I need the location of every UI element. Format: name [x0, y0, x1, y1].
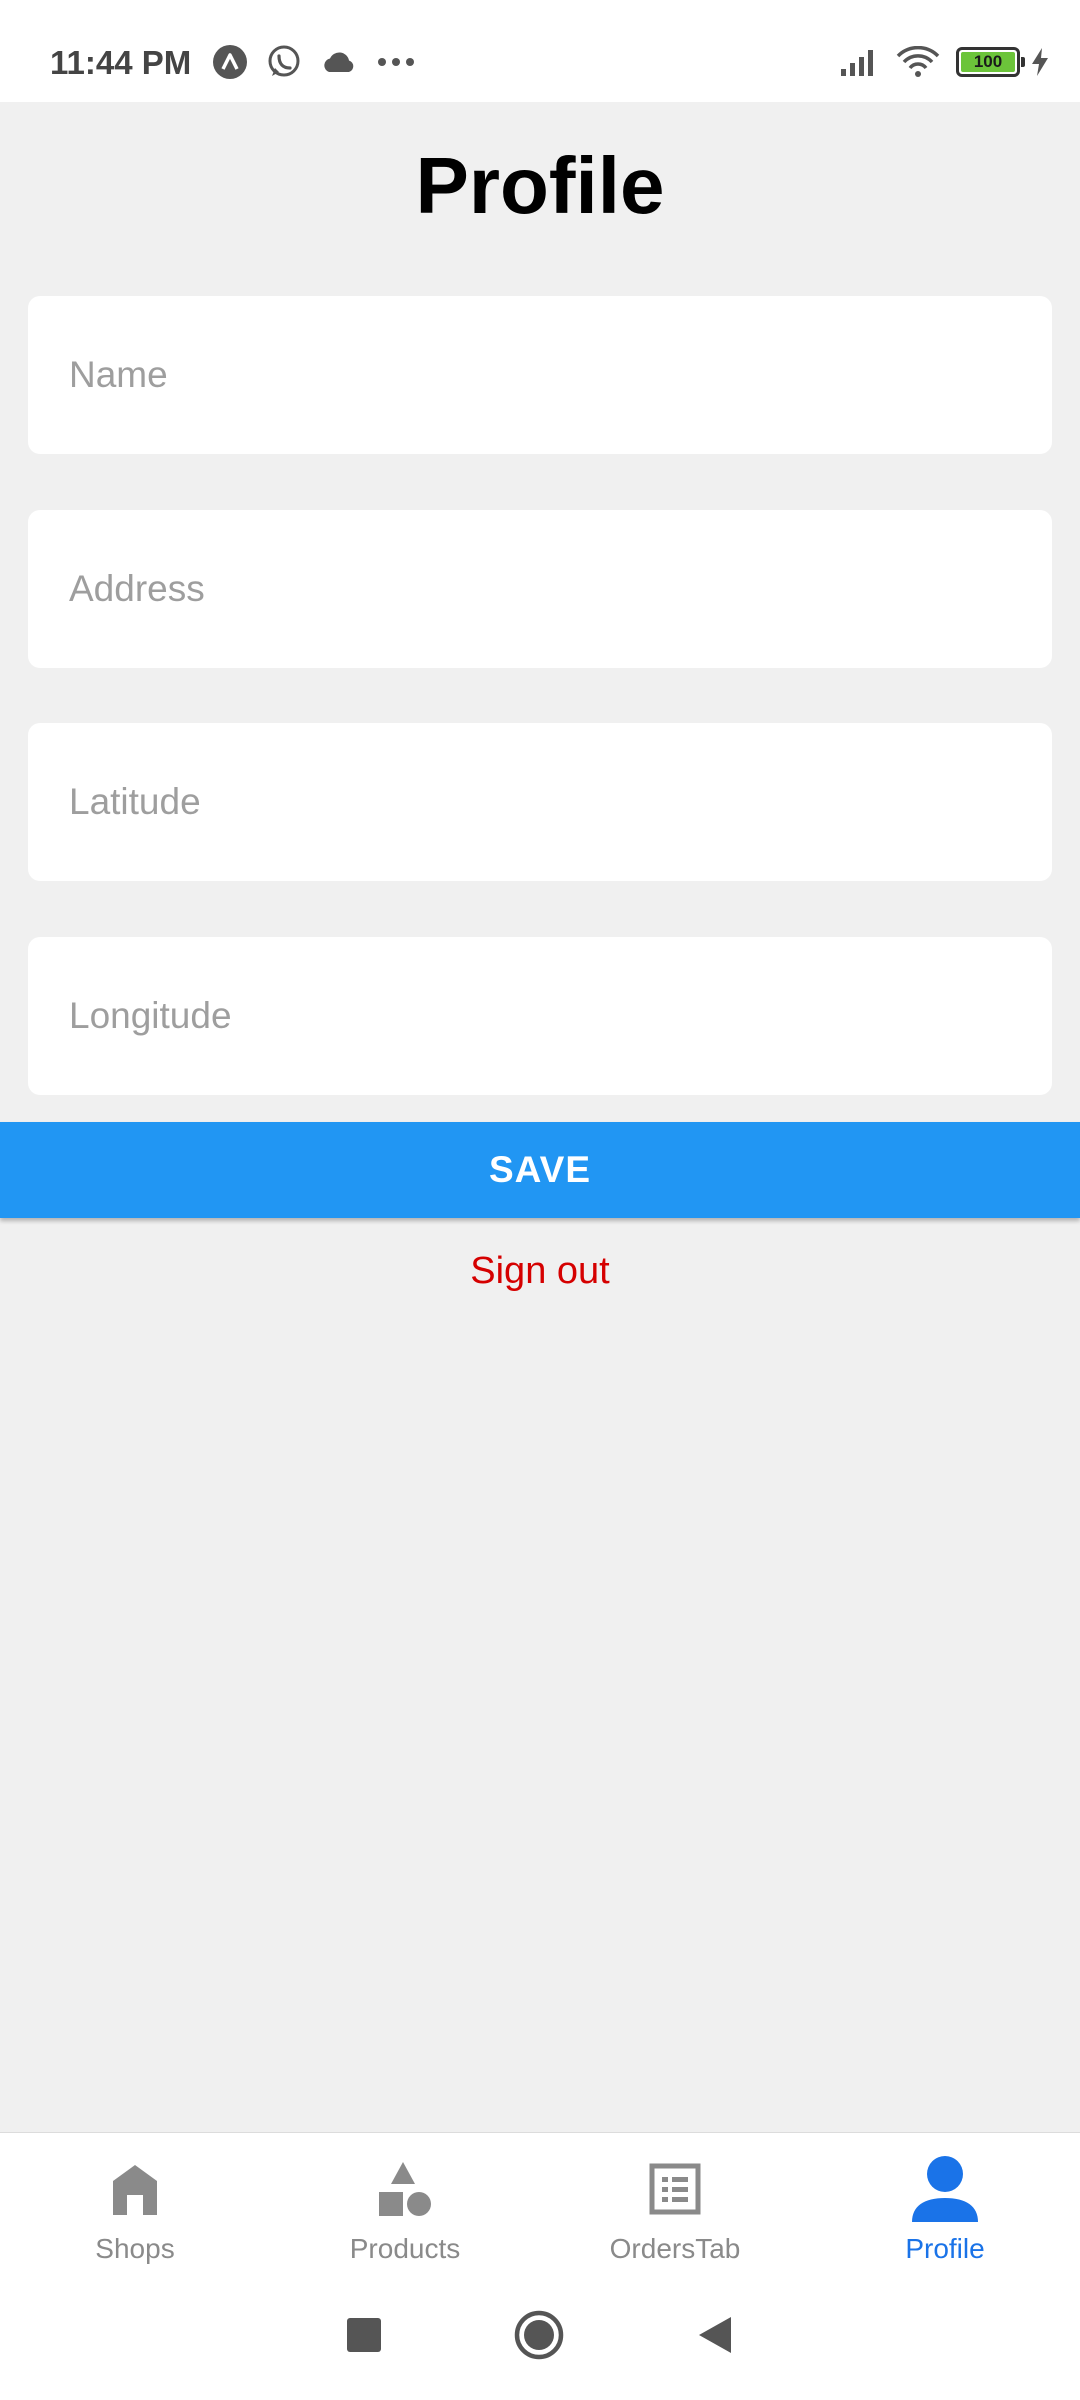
tab-label-shops: Shops	[95, 2233, 175, 2264]
person-icon	[910, 2153, 980, 2225]
system-icons: 100	[840, 46, 1050, 78]
list-icon	[649, 2153, 701, 2225]
tab-label-orderstab: OrdersTab	[609, 2233, 741, 2264]
recents-square-icon[interactable]	[347, 2318, 381, 2352]
more-dots-icon	[376, 56, 416, 68]
tab-label-products: Products	[349, 2233, 461, 2264]
tab-label-profile: Profile	[905, 2233, 985, 2264]
back-triangle-icon[interactable]	[697, 2315, 733, 2355]
status-bar: 11:44 PM 100	[0, 0, 1080, 102]
battery-level: 100	[961, 52, 1015, 72]
battery-icon: 100	[956, 47, 1025, 77]
charging-icon	[1030, 47, 1050, 77]
tab-profile[interactable]: Profile	[810, 2133, 1080, 2270]
home-icon	[109, 2153, 161, 2225]
tab-orderstab[interactable]: OrdersTab	[540, 2133, 810, 2270]
status-time: 11:44 PM	[50, 44, 192, 81]
whatsapp-icon	[266, 44, 302, 80]
tab-products[interactable]: Products	[270, 2133, 540, 2270]
shapes-icon	[377, 2153, 433, 2225]
longitude-field[interactable]	[28, 937, 1052, 1095]
signal-icon	[840, 47, 880, 77]
app-icon	[212, 44, 248, 80]
name-field[interactable]	[28, 296, 1052, 454]
latitude-field[interactable]	[28, 723, 1052, 881]
notification-icons	[212, 44, 434, 80]
save-button[interactable]: SAVE	[0, 1122, 1080, 1218]
home-circle-icon[interactable]	[513, 2309, 565, 2361]
cloud-icon	[320, 48, 358, 76]
system-nav-bar	[0, 2270, 1080, 2400]
tab-shops[interactable]: Shops	[0, 2133, 270, 2270]
wifi-icon	[896, 46, 940, 78]
page-title: Profile	[415, 141, 665, 230]
address-field[interactable]	[28, 510, 1052, 668]
sign-out-link[interactable]: Sign out	[0, 1250, 1080, 1293]
bottom-tab-bar: Shops Products OrdersTab Profile	[0, 2132, 1080, 2270]
